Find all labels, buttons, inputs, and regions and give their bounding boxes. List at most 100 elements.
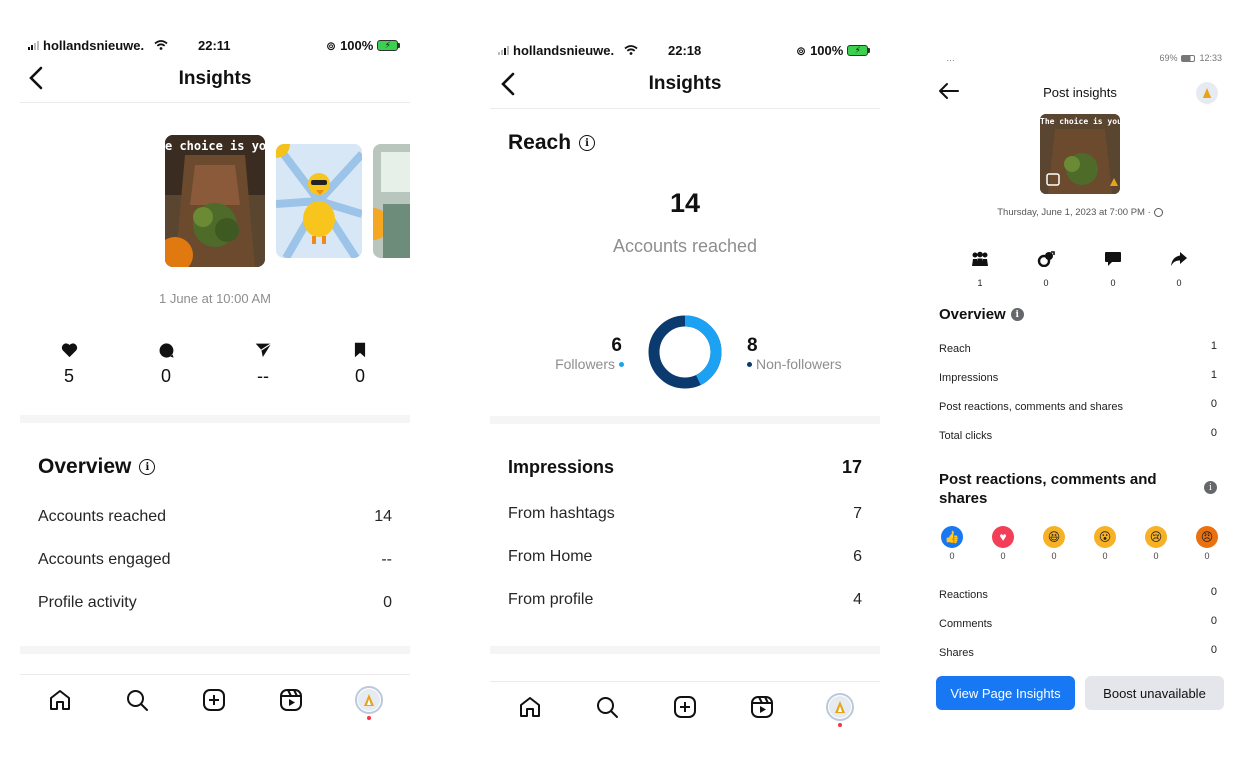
- profile-logo-icon: [1202, 88, 1212, 98]
- create-tab[interactable]: [198, 684, 230, 716]
- reach-donut-chart: [648, 315, 722, 389]
- page-title: Insights: [178, 68, 252, 89]
- thumbnail-caption: e choice is you: [165, 139, 265, 153]
- boost-unavailable-button[interactable]: Boost unavailable: [1085, 676, 1224, 710]
- profile-tab[interactable]: [824, 691, 856, 723]
- reaction-count: 0: [1102, 551, 1108, 561]
- post-image: [165, 135, 265, 267]
- reactions-row-label: Shares: [939, 647, 974, 659]
- add-post-icon: [203, 689, 225, 711]
- post-thumbnail-2[interactable]: [276, 144, 362, 258]
- create-tab[interactable]: [669, 691, 701, 723]
- overview-row-label: Profile activity: [38, 594, 137, 611]
- reach-title-text: Reach: [508, 131, 572, 154]
- home-tab[interactable]: [44, 684, 76, 716]
- battery-percent: 69%: [1159, 53, 1178, 63]
- impressions-row-label: From profile: [508, 591, 594, 608]
- impressions-row-value: 4: [853, 591, 862, 608]
- comments-count: 0: [160, 366, 171, 386]
- sad-reaction-icon: 😢: [1145, 526, 1167, 548]
- share-icon: [1169, 251, 1189, 272]
- page-title: Post insights: [1043, 85, 1117, 100]
- love-reaction-icon: ♥: [992, 526, 1014, 548]
- status-bar-left: hollandsnieuwe.: [28, 38, 168, 53]
- reels-tab[interactable]: [746, 691, 778, 723]
- like-reaction-icon: 👍: [941, 526, 963, 548]
- bottom-nav: [490, 691, 880, 731]
- overview-title: Overview i: [38, 455, 156, 479]
- impressions-total: 17: [841, 457, 862, 477]
- overview-row-label: Accounts engaged: [38, 551, 171, 568]
- add-post-icon: [674, 696, 696, 718]
- status-time: 12:33: [1199, 53, 1222, 63]
- status-bar-right: ⊚ 100% ⚡: [796, 43, 871, 58]
- nav-divider: [20, 674, 410, 675]
- overview-row-value: 14: [374, 508, 392, 525]
- status-bar-left: …: [946, 53, 955, 63]
- stat-value: 0: [1176, 278, 1182, 288]
- accounts-reached-count: 14: [669, 188, 701, 218]
- wifi-icon: [624, 43, 638, 58]
- post-thumbnail-3[interactable]: [373, 144, 410, 258]
- followers-value: 6: [611, 335, 622, 356]
- followers-label: Followers: [555, 356, 615, 372]
- reactions-row-value: 0: [1210, 615, 1217, 627]
- signal-icon: [28, 41, 39, 50]
- notification-dot: [838, 723, 842, 727]
- home-tab[interactable]: [514, 691, 546, 723]
- nonfollowers-label: Non-followers: [756, 356, 842, 372]
- impressions-title: Impressions: [508, 457, 615, 477]
- reels-icon: [280, 689, 302, 711]
- reaction-count: 0: [949, 551, 955, 561]
- section-separator: [20, 646, 410, 654]
- carrier-label: hollandsnieuwe.: [43, 38, 145, 53]
- page-avatar[interactable]: [1196, 82, 1218, 104]
- reactions-title-line2: shares: [939, 490, 988, 507]
- header-divider: [20, 102, 410, 103]
- reactions-row-label: Reactions: [939, 589, 988, 601]
- facebook-post-insights-panel: … 69% 12:33 Post insights The choice is …: [928, 0, 1228, 768]
- overview-row-value: 0: [383, 594, 392, 611]
- post-thumbnail[interactable]: The choice is yours: [1040, 114, 1120, 194]
- post-date-row: Thursday, June 1, 2023 at 7:00 PM ·: [928, 207, 1232, 218]
- nonfollowers-legend: Non-followers: [747, 356, 842, 372]
- reactions-row-value: 0: [1210, 644, 1217, 656]
- battery-percent: 100%: [810, 43, 844, 58]
- section-separator: [490, 416, 880, 424]
- search-tab[interactable]: [591, 691, 623, 723]
- overview-title-text: Overview: [38, 455, 132, 478]
- post-date: Thursday, June 1, 2023 at 7:00 PM ·: [997, 207, 1151, 218]
- wow-reaction-icon: 😮: [1094, 526, 1116, 548]
- home-icon: [50, 690, 70, 710]
- shares-count: --: [257, 366, 269, 386]
- battery-icon: [1181, 54, 1196, 62]
- info-icon[interactable]: i: [1010, 308, 1024, 321]
- followers-dot: [619, 361, 624, 367]
- overview-row-value: 1: [1210, 369, 1217, 381]
- avatar: [355, 686, 383, 714]
- nav-divider: [490, 681, 880, 682]
- nonfollowers-value: 8: [747, 335, 758, 356]
- page-title: Insights: [648, 73, 722, 94]
- post-image: [1040, 114, 1120, 194]
- impressions-row-value: 7: [853, 505, 862, 522]
- overview-title: Overview i: [939, 306, 1024, 323]
- overview-row-label: Total clicks: [939, 430, 993, 442]
- info-icon[interactable]: i: [579, 135, 596, 151]
- profile-tab[interactable]: [353, 684, 385, 716]
- globe-icon: [1153, 208, 1163, 217]
- post-thumbnail-1[interactable]: e choice is you: [165, 135, 265, 267]
- reactions-row-value: 0: [1210, 586, 1217, 598]
- search-tab[interactable]: [121, 684, 153, 716]
- info-icon[interactable]: i: [139, 459, 156, 475]
- view-page-insights-button[interactable]: View Page Insights: [936, 676, 1075, 710]
- battery-icon: ⚡: [377, 40, 401, 51]
- rotation-lock-icon: ⊚: [796, 43, 807, 58]
- instagram-insights-panel-1: hollandsnieuwe. 22:11 ⊚ 100% ⚡ Insights …: [20, 0, 410, 768]
- home-icon: [520, 697, 540, 717]
- status-bar-right: 69% 12:33: [1159, 53, 1222, 63]
- info-icon[interactable]: i: [1204, 481, 1217, 494]
- reels-tab[interactable]: [275, 684, 307, 716]
- search-icon: [127, 690, 148, 711]
- stat-value: 0: [1110, 278, 1116, 288]
